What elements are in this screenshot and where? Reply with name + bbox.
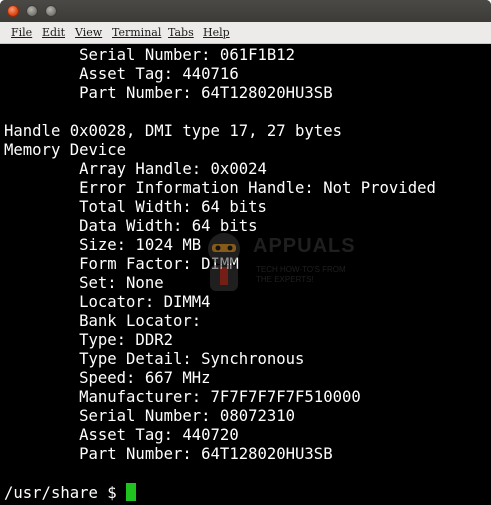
output-line: Asset Tag: 440720 [4,426,239,444]
output-line: Type Detail: Synchronous [4,350,305,368]
output-line: Part Number: 64T128020HU3SB [4,445,333,463]
output-line: Size: 1024 MB [4,236,202,254]
output-line: Array Handle: 0x0024 [4,160,267,178]
terminal-window: File Edit View Terminal Tabs Help Serial… [0,0,491,505]
output-line: Bank Locator: [4,312,202,330]
menu-help[interactable]: Help [203,26,230,39]
output-line: Serial Number: 061F1B12 [4,46,296,64]
output-line: Serial Number: 08072310 [4,407,296,425]
prompt-line[interactable]: /usr/share $ [4,483,137,502]
output-line: Type: DDR2 [4,331,173,349]
menu-view[interactable]: View [75,26,102,39]
text-cursor [126,483,137,501]
maximize-window-button[interactable] [45,5,57,17]
appuals-mascot-icon [208,233,240,291]
output-line: Set: None [4,274,164,292]
output-line: Total Width: 64 bits [4,198,267,216]
output-line: Handle 0x0028, DMI type 17, 27 bytes [4,122,342,140]
menu-terminal[interactable]: Terminal [112,26,161,39]
output-line: Error Information Handle: Not Provided [4,179,436,197]
menu-tabs[interactable]: Tabs [168,26,194,39]
close-window-button[interactable] [7,5,19,17]
watermark-title: APPUALS [253,235,356,257]
output-line: Part Number: 64T128020HU3SB [4,84,333,102]
output-line: Speed: 667 MHz [4,369,211,387]
shell-prompt: /usr/share $ [4,484,127,502]
minimize-window-button[interactable] [26,5,38,17]
watermark-tagline: TECH HOW-TO'S FROM [256,265,346,274]
title-bar[interactable] [0,0,491,22]
menu-bar: File Edit View Terminal Tabs Help [0,22,491,44]
appuals-watermark: APPUALS TECH HOW-TO'S FROM THE EXPERTS! [198,229,355,299]
output-line: Locator: DIMM4 [4,293,211,311]
menu-file[interactable]: File [11,26,32,39]
output-line: Memory Device [4,141,127,159]
menu-edit[interactable]: Edit [42,26,65,39]
watermark-tagline: THE EXPERTS! [256,275,314,284]
output-line: Manufacturer: 7F7F7F7F7F510000 [4,388,361,406]
output-line: Asset Tag: 440716 [4,65,239,83]
